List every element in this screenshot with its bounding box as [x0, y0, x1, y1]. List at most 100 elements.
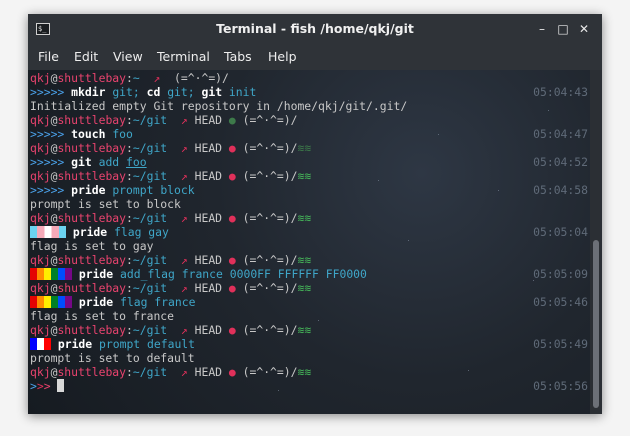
minimize-button[interactable]: –	[535, 22, 549, 36]
prompt-sep: :	[126, 365, 133, 379]
output-line: flag is set to gay	[30, 239, 154, 253]
prompt-line: qkj@shuttlebay:~/git ↗ HEAD ● (=^·^=)/	[30, 113, 588, 127]
status-dot-icon: ●	[228, 323, 236, 337]
prompt-host: shuttlebay	[57, 71, 127, 85]
command-args: add	[98, 155, 127, 169]
prompt-line: qkj@shuttlebay:~/git ↗ HEAD ● (=^·^=)/≋≋	[30, 169, 588, 183]
prompt-path: ~	[132, 71, 140, 85]
prompt-chevrons: >>>>>	[30, 155, 65, 169]
command: pride	[72, 225, 108, 239]
timestamp: 05:04:47	[533, 127, 588, 141]
prompt-line: qkj@shuttlebay:~ ↗ (=^·^=)/	[30, 71, 588, 85]
timestamp: 05:05:49	[533, 337, 588, 351]
output-line: flag is set to france	[30, 309, 175, 323]
prompt-line: qkj@shuttlebay:~/git ↗ HEAD ● (=^·^=)/≋≋	[30, 365, 588, 379]
status-dot-icon: ●	[228, 253, 236, 267]
status-waves-icon: ≋≋	[297, 211, 312, 225]
prompt-user: qkj	[30, 281, 51, 295]
prompt-line: qkj@shuttlebay:~/git ↗ HEAD ● (=^·^=)/≋≋	[30, 211, 588, 225]
command: touch	[71, 127, 106, 141]
menu-help[interactable]: Help	[268, 44, 297, 70]
output-line: prompt is set to block	[30, 197, 181, 211]
menu-view[interactable]: View	[113, 44, 143, 70]
command-args: flag gay	[114, 225, 169, 239]
france-flag-icon	[30, 338, 51, 350]
command-line: >>>>> touch foo 05:04:47	[30, 127, 588, 141]
prompt-user: qkj	[30, 169, 51, 183]
prompt-host: shuttlebay	[57, 253, 127, 267]
prompt-path: ~/git	[132, 169, 168, 183]
command-args: prompt default	[99, 337, 196, 351]
command-args: git;	[167, 85, 202, 99]
prompt-line: qkj@shuttlebay:~/git ↗ HEAD ● (=^·^=)/≋≋	[30, 323, 588, 337]
command-line: pride flag gay 05:05:04	[30, 225, 588, 239]
command-line: pride prompt default 05:05:49	[30, 337, 588, 351]
title-bar[interactable]: $_ Terminal - fish /home/qkj/git – □ ✕	[28, 14, 602, 44]
status-dot-icon: ●	[228, 281, 236, 295]
prompt-host: shuttlebay	[57, 281, 127, 295]
status-dot-icon: ●	[228, 365, 236, 379]
prompt-chevrons: >>>>>	[30, 85, 65, 99]
timestamp: 05:05:04	[533, 225, 588, 239]
prompt-face: (=^·^=)/	[242, 281, 298, 295]
command-line: pride flag france 05:05:46	[30, 295, 588, 309]
prompt-path: ~/git	[132, 141, 168, 155]
prompt-line: qkj@shuttlebay:~/git ↗ HEAD ● (=^·^=)/≋≋	[30, 253, 588, 267]
prompt-host: shuttlebay	[57, 365, 127, 379]
prompt-host: shuttlebay	[57, 141, 127, 155]
timestamp: 05:05:56	[533, 379, 588, 393]
prompt-host: shuttlebay	[57, 323, 127, 337]
menu-tabs[interactable]: Tabs	[224, 44, 252, 70]
command-path-arg: foo	[126, 155, 147, 169]
scrollbar-thumb[interactable]	[593, 240, 599, 408]
command-args: add_flag france 0000FF FFFFFF FF0000	[120, 267, 367, 281]
prompt-path: ~/git	[132, 211, 168, 225]
window-title: Terminal - fish /home/qkj/git	[216, 21, 414, 36]
menu-file[interactable]: File	[38, 44, 59, 70]
prompt-face: (=^·^=)/	[242, 253, 298, 267]
prompt-face: (=^·^=)/	[242, 169, 298, 183]
close-button[interactable]: ✕	[577, 22, 591, 36]
maximize-button[interactable]: □	[556, 22, 570, 36]
git-branch-icon: ↗	[180, 113, 188, 127]
text-cursor	[57, 379, 65, 392]
git-branch: HEAD	[194, 365, 223, 379]
command-args: flag france	[120, 295, 196, 309]
menu-edit[interactable]: Edit	[74, 44, 98, 70]
git-branch-icon: ↗	[180, 365, 188, 379]
command-line: >>>>> git add foo 05:04:52	[30, 155, 588, 169]
input-line[interactable]: >>> 05:05:56	[30, 379, 588, 393]
prompt-path: ~/git	[132, 365, 168, 379]
command: cd	[146, 85, 161, 99]
status-dot-icon: ●	[228, 113, 236, 127]
git-branch: HEAD	[194, 113, 223, 127]
git-branch: HEAD	[194, 253, 223, 267]
prompt-path: ~/git	[132, 281, 168, 295]
prompt-face: (=^·^=)/	[174, 71, 229, 85]
command: pride	[78, 267, 114, 281]
status-waves-icon: ≋≋	[297, 141, 312, 155]
prompt-user: qkj	[30, 253, 51, 267]
prompt-face: (=^·^=)/	[242, 211, 298, 225]
git-branch-icon: ↗	[180, 253, 188, 267]
timestamp: 05:04:58	[533, 183, 588, 197]
timestamp: 05:05:09	[533, 267, 588, 281]
prompt-chevrons: >	[43, 379, 51, 393]
git-branch: HEAD	[194, 169, 223, 183]
prompt-sep: :	[126, 71, 133, 85]
command-line: >>>>> pride prompt block 05:04:58	[30, 183, 588, 197]
timestamp: 05:04:43	[533, 85, 588, 99]
git-branch-icon: ↗	[180, 281, 188, 295]
command: pride	[71, 183, 106, 197]
status-waves-icon: ≋≋	[297, 323, 312, 337]
terminal-output[interactable]: qkj@shuttlebay:~ ↗ (=^·^=)/ >>>>> mkdir …	[28, 70, 590, 414]
command-args: init	[228, 85, 257, 99]
prompt-chevrons: >>>>>	[30, 127, 65, 141]
prompt-path: ~/git	[132, 323, 168, 337]
git-branch: HEAD	[194, 323, 223, 337]
menu-terminal[interactable]: Terminal	[157, 44, 210, 70]
prompt-line: qkj@shuttlebay:~/git ↗ HEAD ● (=^·^=)/≋≋	[30, 141, 588, 155]
rainbow-flag-icon	[30, 268, 72, 280]
prompt-user: qkj	[30, 365, 51, 379]
prompt-face: (=^·^=)/	[242, 365, 298, 379]
